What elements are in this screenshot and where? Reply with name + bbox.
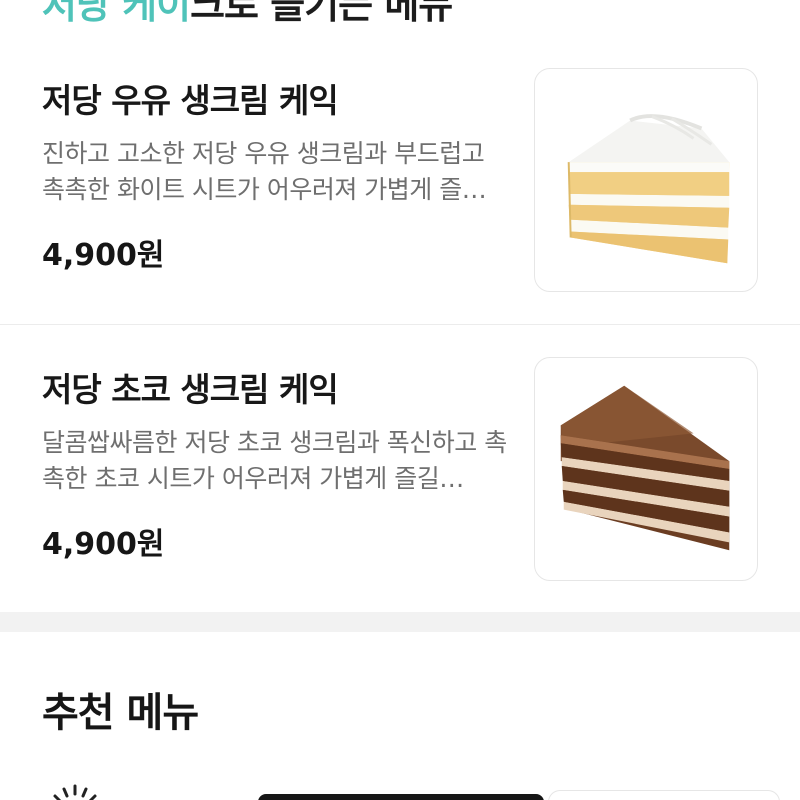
- section-heading-accent: 저당 케이: [42, 0, 191, 27]
- recommended-title: 추천 메뉴: [42, 690, 199, 736]
- item-price: 4,900원: [42, 238, 165, 273]
- loading-spinner-icon: [53, 784, 97, 800]
- item-name: 저당 우유 생크림 케익: [42, 81, 339, 120]
- menu-item-milk-cream-cake[interactable]: 저당 우유 생크림 케익 진하고 고소한 저당 우유 생크림과 부드럽고 촉촉한…: [0, 36, 800, 324]
- item-image[interactable]: [534, 68, 758, 292]
- section-divider: [0, 612, 800, 632]
- section-heading: 저당 케이크로 즐기는 메뉴: [42, 0, 453, 29]
- recommended-card[interactable]: [258, 794, 544, 800]
- item-image[interactable]: [534, 357, 758, 581]
- chocolate-cake-slice-icon: [560, 385, 730, 551]
- recommended-list: [0, 770, 800, 800]
- vanilla-cake-slice-icon: [567, 114, 730, 264]
- item-description: 달콤쌉싸름한 저당 초코 생크림과 폭신하고 촉촉한 초코 시트가 어우러져 가…: [42, 428, 507, 493]
- menu-item-chocolate-cream-cake[interactable]: 저당 초코 생크림 케익 달콤쌉싸름한 저당 초코 생크림과 폭신하고 촉촉한 …: [0, 324, 800, 612]
- section-heading-rest: 크로 즐기는 메뉴: [190, 0, 453, 27]
- recommended-card[interactable]: [548, 790, 780, 800]
- item-price: 4,900원: [42, 527, 165, 562]
- item-description: 진하고 고소한 저당 우유 생크림과 부드럽고 촉촉한 화이트 시트가 어우러져…: [42, 139, 487, 204]
- item-name: 저당 초코 생크림 케익: [42, 370, 339, 409]
